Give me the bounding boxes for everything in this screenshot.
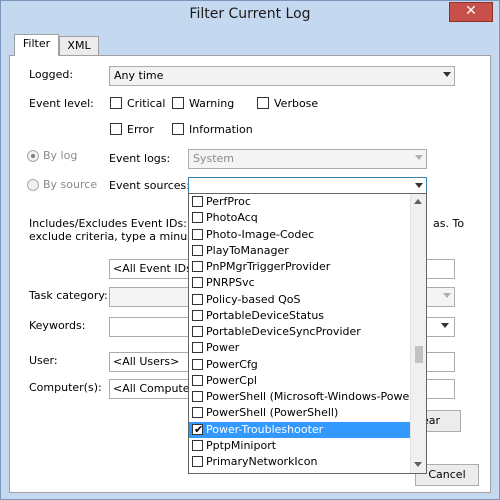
list-item[interactable]: PowerShell (Microsoft-Windows-PowerShell…: [189, 389, 411, 405]
list-item-checkbox[interactable]: [192, 309, 203, 321]
list-item[interactable]: PerfProc: [189, 194, 411, 210]
tab-filter[interactable]: Filter: [14, 34, 59, 56]
chevron-down-icon: [441, 323, 449, 328]
list-item[interactable]: PhotoAcq: [189, 210, 411, 226]
event-sources-label: Event sources:: [109, 179, 190, 192]
list-item-label: PowerCpl: [206, 373, 257, 387]
list-item-checkbox[interactable]: [192, 456, 203, 467]
computers-label: Computer(s):: [29, 381, 102, 394]
keywords-label: Keywords:: [29, 319, 86, 332]
logged-value: Any time: [114, 69, 164, 82]
list-item-checkbox[interactable]: [192, 212, 203, 224]
list-item[interactable]: PortableDeviceStatus: [189, 308, 411, 324]
logged-label: Logged:: [29, 68, 74, 81]
event-ids-description-tail: as. To: [433, 217, 465, 230]
list-item-checkbox[interactable]: [192, 326, 203, 337]
list-item-checkbox[interactable]: [192, 293, 203, 305]
by-source-label: By source: [43, 178, 98, 191]
list-item-checkbox[interactable]: ✔: [192, 422, 204, 436]
logged-select[interactable]: Any time: [109, 66, 455, 86]
list-item-checkbox[interactable]: [192, 407, 203, 419]
task-category-label: Task category:: [29, 289, 108, 302]
list-item-label: PrimaryNetworkIcon: [206, 455, 318, 468]
scroll-thumb[interactable]: [415, 346, 423, 363]
list-item-label: PowerCfg: [206, 357, 258, 371]
list-item-checkbox[interactable]: [192, 439, 203, 451]
close-button[interactable]: ✕: [449, 2, 493, 22]
dropdown-scrollbar[interactable]: [410, 194, 426, 473]
list-item-label: Power: [206, 341, 240, 355]
error-checkbox[interactable]: [110, 123, 122, 135]
by-log-label: By log: [43, 149, 78, 162]
warning-label: Warning: [189, 97, 235, 110]
list-item[interactable]: PortableDeviceSyncProvider: [189, 324, 411, 340]
list-item[interactable]: PnPMgrTriggerProvider: [189, 259, 411, 275]
list-item-label: Power-Troubleshooter: [206, 422, 324, 436]
filter-log-dialog: Filter Current Log ✕ Filter XML Logged: …: [0, 0, 500, 500]
list-item-checkbox[interactable]: [192, 358, 203, 370]
error-label: Error: [127, 123, 154, 136]
list-item[interactable]: PNRPSvc: [189, 275, 411, 291]
list-item[interactable]: PowerShell (PowerShell): [189, 405, 411, 421]
list-item-label: Policy-based QoS: [206, 292, 301, 306]
event-level-label: Event level:: [29, 97, 94, 110]
checkmark-icon: ✔: [194, 422, 204, 436]
list-item[interactable]: PrimaryNetworkIcon: [189, 454, 411, 470]
chevron-down-icon: [443, 293, 451, 298]
list-item-checkbox[interactable]: [192, 391, 203, 402]
tab-xml[interactable]: XML: [59, 36, 99, 56]
by-log-radio[interactable]: [27, 150, 39, 162]
window-title: Filter Current Log: [189, 6, 311, 22]
information-label: Information: [189, 123, 253, 136]
critical-checkbox[interactable]: [110, 97, 122, 109]
list-item-checkbox[interactable]: [192, 196, 203, 207]
scroll-down-icon[interactable]: [414, 462, 422, 467]
chevron-down-icon: [415, 155, 423, 160]
scroll-up-icon[interactable]: [414, 199, 422, 204]
information-checkbox[interactable]: [172, 123, 184, 135]
list-item[interactable]: Power: [189, 340, 411, 356]
list-item[interactable]: Photo-Image-Codec: [189, 227, 411, 243]
list-item-checkbox[interactable]: [192, 277, 203, 289]
list-item-label: PptpMiniport: [206, 438, 277, 452]
list-item-label: PNRPSvc: [206, 276, 255, 290]
critical-label: Critical: [127, 97, 166, 110]
list-item[interactable]: PptpMiniport: [189, 438, 411, 454]
user-label: User:: [29, 354, 58, 367]
event-logs-value: System: [193, 152, 235, 165]
list-item-label: PowerShell (PowerShell): [206, 406, 339, 420]
list-item-label: PnPMgrTriggerProvider: [206, 260, 331, 273]
radio-dot-icon: [31, 154, 35, 158]
list-item-label: PortableDeviceSyncProvider: [206, 325, 361, 338]
verbose-label: Verbose: [274, 97, 319, 110]
list-item[interactable]: PowerCfg: [189, 357, 411, 373]
list-item-label: PhotoAcq: [206, 211, 258, 225]
list-item-checkbox[interactable]: [192, 261, 203, 272]
list-item-checkbox[interactable]: [192, 228, 203, 240]
title-bar: Filter Current Log ✕: [1, 1, 499, 31]
list-item-label: Photo-Image-Codec: [206, 227, 315, 241]
list-item-checkbox[interactable]: [192, 342, 203, 354]
list-item-label: PortableDeviceStatus: [206, 308, 325, 322]
event-logs-select[interactable]: System: [188, 149, 427, 169]
list-item-checkbox[interactable]: [192, 244, 203, 256]
chevron-down-icon: [443, 72, 451, 77]
list-item[interactable]: Policy-based QoS: [189, 292, 411, 308]
list-item[interactable]: ✔ Power-Troubleshooter: [189, 421, 411, 438]
list-item-label: PerfProc: [206, 195, 251, 208]
event-logs-label: Event logs:: [109, 152, 171, 165]
list-item-label: PowerShell (Microsoft-Windows-PowerShell…: [206, 390, 411, 403]
verbose-checkbox[interactable]: [257, 97, 269, 109]
list-item-checkbox[interactable]: [192, 374, 203, 386]
event-sources-dropdown[interactable]: PerfProc PhotoAcq Photo-Image-Codec PlayToM…: [188, 193, 427, 474]
list-item-label: PlayToManager: [206, 243, 289, 257]
warning-checkbox[interactable]: [172, 97, 184, 109]
event-sources-list[interactable]: PerfProc PhotoAcq Photo-Image-Codec PlayToM…: [189, 194, 411, 473]
by-source-radio[interactable]: [27, 179, 39, 191]
chevron-down-icon: [415, 183, 423, 188]
list-item[interactable]: PowerCpl: [189, 373, 411, 389]
list-item[interactable]: PlayToManager: [189, 243, 411, 259]
